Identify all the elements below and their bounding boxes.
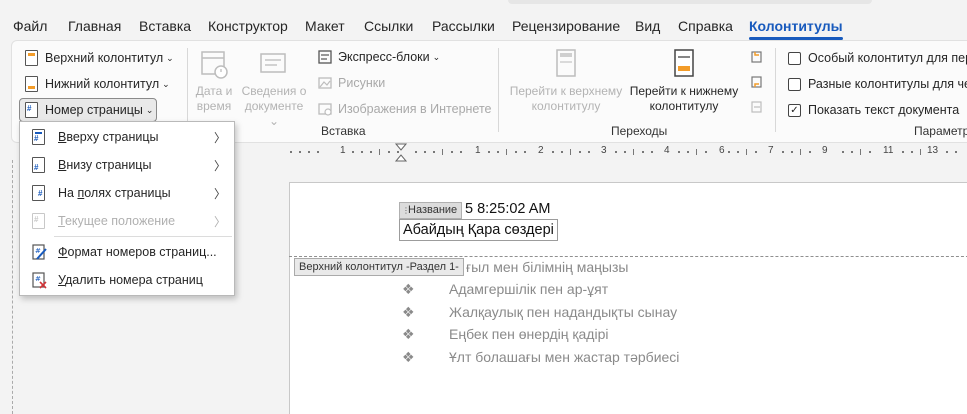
footer-button[interactable]: Нижний колонтитул ⌄ <box>25 76 170 92</box>
goto-header-button[interactable]: Перейти к верхнему колонтитулу <box>505 48 627 114</box>
current-position-icon: # <box>32 213 45 229</box>
bottom-of-page-icon: # <box>32 157 45 173</box>
svg-text:#: # <box>35 275 41 283</box>
bullet-icon: ❖ <box>402 326 415 342</box>
calendar-icon <box>201 51 228 79</box>
svg-text:#: # <box>35 247 41 255</box>
show-document-text-checkbox[interactable]: ✓ <box>788 103 801 117</box>
document-page[interactable] <box>289 182 967 414</box>
quick-parts-button[interactable]: Экспресс-блоки ⌄ <box>318 50 440 64</box>
chevron-down-icon: ⌄ <box>162 78 170 89</box>
chevron-right-icon: 〉 <box>213 130 226 145</box>
document-info-button[interactable]: Сведения о документе ⌄ <box>239 48 309 129</box>
format-page-numbers-icon: # <box>32 244 47 260</box>
chevron-down-icon: ⌄ <box>166 52 174 63</box>
tab-file[interactable]: Файл <box>13 18 47 34</box>
list-item[interactable]: Ұлт болашағы мен жастар тәрбиесі <box>449 349 679 365</box>
tab-view[interactable]: Вид <box>635 18 660 34</box>
chevron-down-icon: ⌄ <box>432 51 441 62</box>
bullet-icon: ❖ <box>402 304 415 320</box>
title-bar-edge <box>508 0 872 4</box>
menu-item-format-page-numbers[interactable]: # Формат номеров страниц... <box>20 239 234 265</box>
insert-group-label: Вставка <box>321 124 366 138</box>
goto-footer-button[interactable]: Перейти к нижнему колонтитулу <box>624 48 744 114</box>
menu-item-current-position[interactable]: # Текущее положение 〉 <box>20 208 234 234</box>
menu-item-remove-page-numbers[interactable]: # Удалить номера страниц <box>20 267 234 293</box>
picture-icon <box>318 77 332 89</box>
header-icon <box>25 50 38 66</box>
different-odd-even-option[interactable]: Разные колонтитулы для четн <box>788 77 967 91</box>
chevron-right-icon: 〉 <box>213 158 226 173</box>
ribbon-separator <box>775 48 776 132</box>
header-button[interactable]: Верхний колонтитул ⌄ <box>25 50 174 66</box>
horizontal-ruler[interactable]: 1 1 2 3 4 6 7 9 11 13 <box>282 143 967 163</box>
ribbon-separator <box>187 48 188 132</box>
list-item[interactable]: Жалқаулық пен надандықты сынау <box>449 304 677 320</box>
goto-footer-icon <box>674 49 694 77</box>
title-content-control-tag[interactable]: ⋮ Название <box>399 202 463 219</box>
quick-parts-icon <box>318 50 332 64</box>
different-first-page-checkbox[interactable] <box>788 51 801 65</box>
indent-marker-icon[interactable] <box>395 143 407 163</box>
page-margins-icon: # <box>32 185 45 201</box>
menu-item-top-of-page[interactable]: # Вверху страницы 〉 <box>20 124 234 150</box>
list-item[interactable]: Адамгершілік пен ар-ұят <box>449 281 608 297</box>
link-to-previous-icon[interactable] <box>750 100 764 114</box>
page-number-button[interactable]: # Номер страницы ⌄ <box>25 102 153 118</box>
different-first-page-option[interactable]: Особый колонтитул для перв <box>788 51 967 65</box>
show-document-text-option[interactable]: ✓ Показать текст документа <box>788 103 959 117</box>
tab-mailings[interactable]: Рассылки <box>432 18 495 34</box>
header-date-text[interactable]: 5 8:25:02 AM <box>465 201 550 217</box>
list-item[interactable]: Еңбек пен өнердің қадірі <box>449 326 608 342</box>
pictures-button[interactable]: Рисунки <box>318 76 385 90</box>
navigation-group-label: Переходы <box>611 124 668 138</box>
menu-separator <box>54 236 232 237</box>
tab-home[interactable]: Главная <box>68 18 121 34</box>
tab-review[interactable]: Рецензирование <box>512 18 620 34</box>
bullet-icon: ❖ <box>402 349 415 365</box>
online-picture-icon <box>318 103 332 116</box>
different-odd-even-checkbox[interactable] <box>788 77 801 91</box>
remove-page-numbers-icon: # <box>32 272 47 289</box>
document-info-icon <box>260 53 286 73</box>
menu-bar: Файл Главная Вставка Конструктор Макет С… <box>0 0 967 40</box>
footer-icon <box>25 76 38 92</box>
page-number-icon: # <box>25 102 38 118</box>
tab-help[interactable]: Справка <box>678 18 733 34</box>
chevron-right-icon: 〉 <box>213 214 226 229</box>
ribbon-separator <box>498 48 499 132</box>
date-time-button[interactable]: Дата и время <box>191 48 237 114</box>
tab-insert[interactable]: Вставка <box>139 18 191 34</box>
bullet-icon: ❖ <box>402 281 415 297</box>
tab-references[interactable]: Ссылки <box>364 18 413 34</box>
page-number-menu: # Вверху страницы 〉 # Внизу страницы 〉 #… <box>19 121 235 296</box>
header-boundary <box>289 256 967 257</box>
options-group-label: Параметр <box>914 124 967 138</box>
vertical-ruler <box>12 160 13 414</box>
header-section-label: Верхний колонтитул -Раздел 1- <box>294 258 464 276</box>
body-line-partial[interactable]: ғыл мен білімнің маңызы <box>466 259 628 275</box>
top-of-page-icon: # <box>32 129 45 145</box>
previous-section-icon[interactable] <box>750 50 764 64</box>
tab-header-footer[interactable]: Колонтитулы <box>749 18 843 40</box>
next-section-icon[interactable] <box>750 75 764 89</box>
chevron-down-icon: ⌄ <box>145 104 154 115</box>
tab-design[interactable]: Конструктор <box>208 18 288 34</box>
online-pictures-button[interactable]: Изображения в Интернете <box>318 102 492 116</box>
goto-header-icon <box>556 49 576 77</box>
drag-handle-icon[interactable]: ⋮ <box>402 206 410 214</box>
menu-item-bottom-of-page[interactable]: # Внизу страницы 〉 <box>20 152 234 178</box>
menu-item-page-margins[interactable]: # На полях страницы 〉 <box>20 180 234 206</box>
chevron-right-icon: 〉 <box>213 186 226 201</box>
tab-layout[interactable]: Макет <box>305 18 345 34</box>
title-content-control[interactable]: Абайдың Қара сөздері <box>399 219 558 241</box>
